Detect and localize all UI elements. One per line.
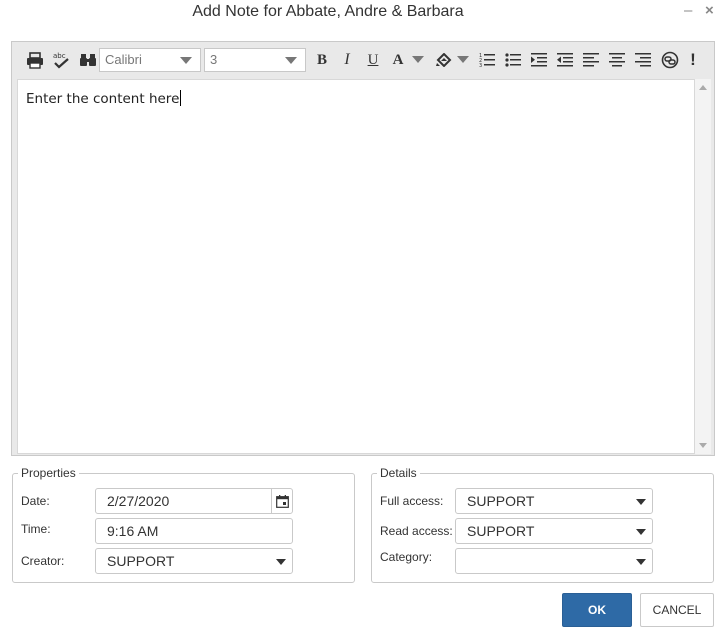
creator-value: SUPPORT bbox=[107, 553, 175, 569]
date-label: Date: bbox=[21, 494, 50, 508]
ordered-list-icon[interactable]: 123 bbox=[478, 50, 496, 70]
font-color-dropdown-icon[interactable] bbox=[412, 50, 424, 70]
ok-button[interactable]: OK bbox=[562, 593, 632, 627]
italic-icon[interactable]: I bbox=[339, 50, 355, 70]
link-icon[interactable] bbox=[660, 50, 680, 70]
font-color-icon[interactable]: A bbox=[390, 50, 406, 70]
full-access-select[interactable]: SUPPORT bbox=[455, 488, 653, 514]
full-access-value: SUPPORT bbox=[467, 493, 535, 509]
date-value: 2/27/2020 bbox=[107, 493, 170, 509]
creator-label: Creator: bbox=[21, 554, 65, 568]
find-icon[interactable] bbox=[78, 50, 98, 70]
chevron-down-icon bbox=[276, 559, 286, 565]
category-select[interactable] bbox=[455, 548, 653, 574]
highlight-icon[interactable] bbox=[435, 50, 453, 70]
highlight-dropdown-icon[interactable] bbox=[457, 50, 469, 70]
minimize-button[interactable]: – bbox=[684, 3, 692, 19]
details-legend: Details bbox=[380, 466, 417, 480]
scroll-up-icon[interactable] bbox=[699, 85, 707, 90]
category-label: Category: bbox=[380, 550, 433, 564]
font-name-select[interactable]: Calibri bbox=[99, 48, 201, 72]
time-field[interactable]: 9:16 AM bbox=[95, 518, 293, 544]
note-content-area[interactable]: Enter the content here bbox=[17, 79, 695, 454]
cancel-button[interactable]: CANCEL bbox=[640, 593, 714, 627]
align-center-icon[interactable] bbox=[608, 50, 626, 70]
creator-select[interactable]: SUPPORT bbox=[95, 548, 293, 574]
date-field[interactable]: 2/27/2020 bbox=[95, 488, 293, 514]
indent-icon[interactable] bbox=[530, 50, 548, 70]
time-value: 9:16 AM bbox=[107, 523, 159, 539]
scroll-down-icon[interactable] bbox=[699, 443, 707, 448]
svg-text:abc: abc bbox=[53, 52, 66, 60]
print-icon[interactable] bbox=[25, 50, 45, 70]
bold-icon[interactable]: B bbox=[314, 50, 330, 70]
title-bar: Add Note for Abbate, Andre & Barbara – × bbox=[0, 0, 721, 26]
outdent-icon[interactable] bbox=[556, 50, 574, 70]
chevron-down-icon bbox=[180, 57, 192, 64]
close-button[interactable]: × bbox=[705, 3, 714, 19]
calendar-icon[interactable] bbox=[271, 489, 292, 513]
read-access-value: SUPPORT bbox=[467, 523, 535, 539]
chevron-down-icon bbox=[285, 57, 297, 64]
text-caret bbox=[180, 90, 182, 106]
spellcheck-icon[interactable]: abc bbox=[51, 50, 73, 70]
properties-legend: Properties bbox=[21, 466, 76, 480]
time-label: Time: bbox=[21, 522, 51, 536]
rich-text-editor: abc Calibri 3 B I U A 1 2 3 ! Enter the … bbox=[11, 41, 715, 456]
font-size-select[interactable]: 3 bbox=[204, 48, 306, 72]
font-name-value: Calibri bbox=[105, 52, 142, 67]
editor-scrollbar[interactable] bbox=[695, 79, 711, 454]
editor-toolbar: abc Calibri 3 B I U A 1 2 3 ! bbox=[12, 42, 714, 78]
read-access-label: Read access: bbox=[380, 524, 453, 538]
full-access-label: Full access: bbox=[380, 494, 444, 508]
svg-text:3: 3 bbox=[479, 63, 482, 68]
chevron-down-icon bbox=[636, 529, 646, 535]
chevron-down-icon bbox=[636, 499, 646, 505]
align-right-icon[interactable] bbox=[634, 50, 652, 70]
priority-icon[interactable]: ! bbox=[686, 50, 700, 70]
underline-icon[interactable]: U bbox=[365, 50, 381, 70]
note-content-text: Enter the content here bbox=[26, 91, 180, 107]
unordered-list-icon[interactable] bbox=[504, 50, 522, 70]
read-access-select[interactable]: SUPPORT bbox=[455, 518, 653, 544]
dialog-title: Add Note for Abbate, Andre & Barbara bbox=[192, 3, 464, 20]
font-size-value: 3 bbox=[210, 52, 218, 67]
align-left-icon[interactable] bbox=[582, 50, 600, 70]
chevron-down-icon bbox=[636, 559, 646, 565]
